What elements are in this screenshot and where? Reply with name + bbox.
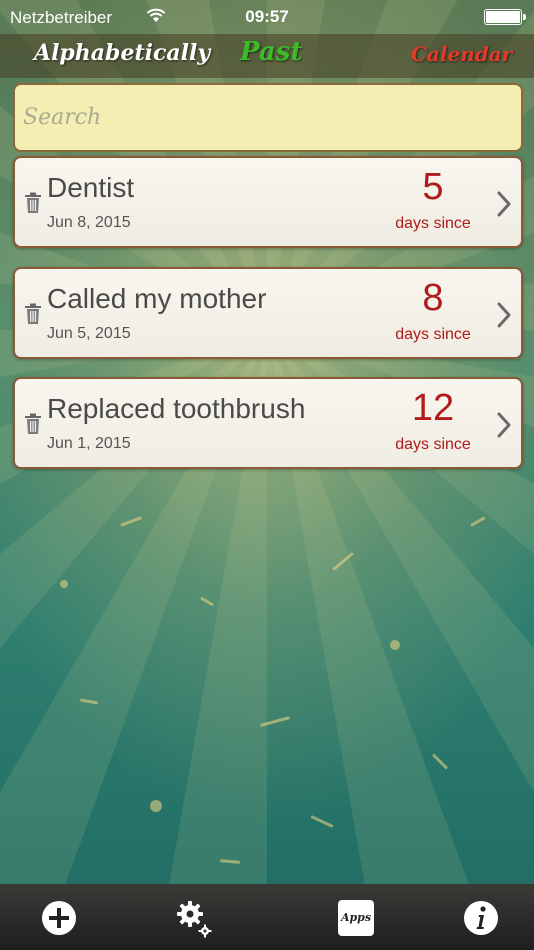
tab-alphabetically[interactable]: Alphabetically xyxy=(34,40,210,66)
event-row-called-my-mother[interactable]: Called my mother Jun 5, 2015 8 days sinc… xyxy=(13,267,523,359)
settings-icon[interactable] xyxy=(173,898,213,938)
battery-icon xyxy=(484,9,526,25)
event-title: Called my mother xyxy=(47,283,267,314)
days-count: 12 xyxy=(411,387,455,429)
tab-calendar[interactable]: Calendar xyxy=(411,42,512,66)
event-title: Dentist xyxy=(47,172,135,203)
event-title: Replaced toothbrush xyxy=(47,393,306,424)
trash-icon[interactable] xyxy=(24,192,42,214)
clock-time: 09:57 xyxy=(245,7,289,26)
apps-icon[interactable]: Apps xyxy=(338,900,374,936)
event-row-dentist[interactable]: Dentist Jun 8, 2015 5 days since xyxy=(13,156,523,248)
search-input[interactable] xyxy=(13,83,523,152)
sort-tabs: Alphabetically Past Calendar xyxy=(0,34,534,78)
days-count: 5 xyxy=(422,166,444,208)
status-bar: Netzbetreiber 09:57 xyxy=(0,0,534,34)
info-icon[interactable] xyxy=(461,898,501,938)
chevron-right-icon[interactable] xyxy=(497,302,511,328)
event-date: Jun 8, 2015 xyxy=(47,214,131,231)
bottom-toolbar: Apps xyxy=(0,884,534,950)
tab-past[interactable]: Past xyxy=(240,37,302,67)
trash-icon[interactable] xyxy=(24,413,42,435)
days-count: 8 xyxy=(422,277,444,319)
event-date: Jun 5, 2015 xyxy=(47,325,131,342)
plus-icon[interactable] xyxy=(39,898,79,938)
chevron-right-icon[interactable] xyxy=(497,191,511,217)
days-since-label: days since xyxy=(395,215,471,232)
event-row-replaced-toothbrush[interactable]: Replaced toothbrush Jun 1, 2015 12 days … xyxy=(13,377,523,469)
days-since-label: days since xyxy=(395,436,471,453)
trash-icon[interactable] xyxy=(24,303,42,325)
days-since-label: days since xyxy=(395,326,471,343)
chevron-right-icon[interactable] xyxy=(497,412,511,438)
event-date: Jun 1, 2015 xyxy=(47,435,131,452)
